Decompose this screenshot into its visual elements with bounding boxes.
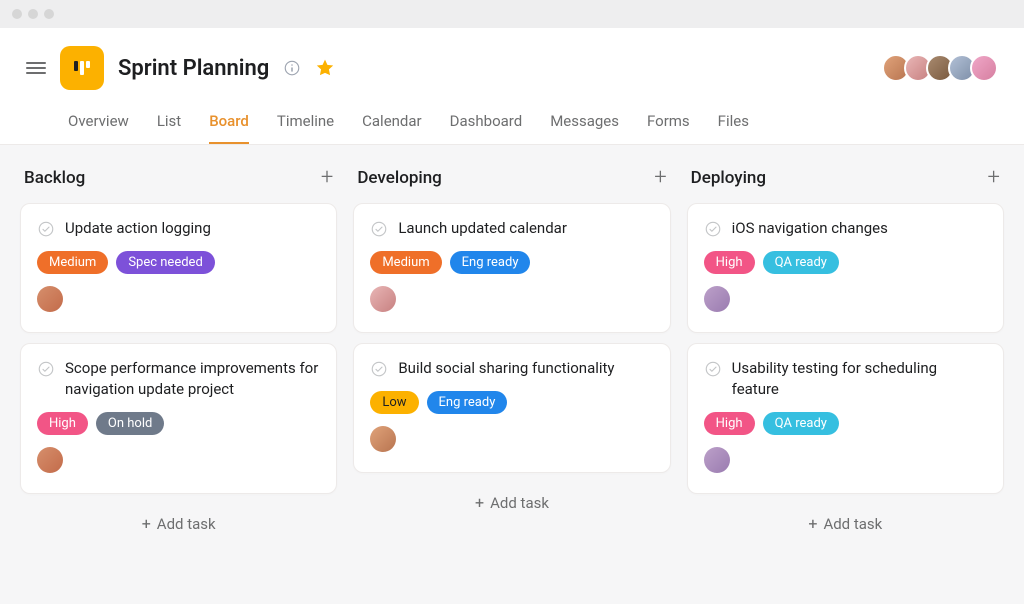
tag[interactable]: Eng ready	[427, 391, 508, 414]
assignee-avatar[interactable]	[704, 286, 730, 312]
project-icon	[60, 46, 104, 90]
tab-board[interactable]: Board	[209, 104, 249, 144]
plus-icon: +	[142, 514, 151, 533]
task-tags: Medium Spec needed	[37, 251, 320, 274]
tag[interactable]: High	[704, 412, 755, 435]
task-card[interactable]: Usability testing for scheduling feature…	[687, 343, 1004, 494]
task-card[interactable]: Update action logging Medium Spec needed	[20, 203, 337, 333]
column-header: Developing +	[353, 167, 670, 189]
tab-forms[interactable]: Forms	[647, 104, 690, 144]
column: Backlog + Update action logging Medium Spec …	[20, 167, 337, 543]
assignee-avatar[interactable]	[37, 447, 63, 473]
complete-checkbox-icon[interactable]	[370, 360, 388, 378]
info-icon[interactable]	[283, 59, 301, 77]
tag[interactable]: Eng ready	[450, 251, 531, 274]
top-bar: Sprint Planning Overview List Board Time…	[0, 28, 1024, 145]
complete-checkbox-icon[interactable]	[37, 220, 55, 238]
task-title: iOS navigation changes	[732, 218, 888, 239]
column-title: Backlog	[24, 168, 85, 188]
project-title: Sprint Planning	[118, 56, 269, 81]
header-members	[888, 54, 998, 82]
tab-messages[interactable]: Messages	[550, 104, 619, 144]
menu-icon[interactable]	[26, 62, 46, 74]
add-task-label: Add task	[490, 494, 549, 512]
column-title: Deploying	[691, 168, 766, 188]
tag[interactable]: Low	[370, 391, 418, 414]
add-task-button[interactable]: + Add task	[687, 504, 1004, 543]
board: Backlog + Update action logging Medium Spec …	[0, 145, 1024, 565]
add-card-icon[interactable]: +	[988, 167, 1000, 189]
tabs: Overview List Board Timeline Calendar Da…	[26, 104, 998, 144]
task-title: Build social sharing functionality	[398, 358, 614, 379]
task-tags: Medium Eng ready	[370, 251, 653, 274]
add-task-label: Add task	[823, 515, 882, 533]
tag[interactable]: QA ready	[763, 412, 839, 435]
header-row: Sprint Planning	[26, 46, 998, 90]
task-tags: High On hold	[37, 412, 320, 435]
task-title: Scope performance improvements for navig…	[65, 358, 320, 400]
assignee-avatar[interactable]	[37, 286, 63, 312]
tab-dashboard[interactable]: Dashboard	[450, 104, 523, 144]
complete-checkbox-icon[interactable]	[704, 220, 722, 238]
task-tags: High QA ready	[704, 251, 987, 274]
task-card[interactable]: Launch updated calendar Medium Eng ready	[353, 203, 670, 333]
assignee-avatar[interactable]	[704, 447, 730, 473]
task-card[interactable]: Build social sharing functionality Low Eng…	[353, 343, 670, 473]
plus-icon: +	[808, 514, 817, 533]
task-title: Launch updated calendar	[398, 218, 567, 239]
add-card-icon[interactable]: +	[321, 167, 333, 189]
star-icon[interactable]	[315, 58, 335, 78]
tag[interactable]: High	[704, 251, 755, 274]
tab-overview[interactable]: Overview	[68, 104, 129, 144]
add-card-icon[interactable]: +	[654, 167, 666, 189]
window-dot	[12, 9, 22, 19]
tab-files[interactable]: Files	[718, 104, 749, 144]
window-dot	[44, 9, 54, 19]
tag[interactable]: High	[37, 412, 88, 435]
tab-timeline[interactable]: Timeline	[277, 104, 334, 144]
task-tags: High QA ready	[704, 412, 987, 435]
tag[interactable]: Medium	[370, 251, 441, 274]
tag[interactable]: Medium	[37, 251, 108, 274]
add-task-label: Add task	[157, 515, 216, 533]
tag[interactable]: Spec needed	[116, 251, 214, 274]
task-card[interactable]: Scope performance improvements for navig…	[20, 343, 337, 494]
column: Deploying + iOS navigation changes High QA r…	[687, 167, 1004, 543]
column-title: Developing	[357, 168, 442, 188]
column: Developing + Launch updated calendar Medium…	[353, 167, 670, 543]
task-tags: Low Eng ready	[370, 391, 653, 414]
member-avatar[interactable]	[970, 54, 998, 82]
window-dot	[28, 9, 38, 19]
complete-checkbox-icon[interactable]	[370, 220, 388, 238]
add-task-button[interactable]: + Add task	[20, 504, 337, 543]
tag[interactable]: On hold	[96, 412, 164, 435]
task-title: Update action logging	[65, 218, 211, 239]
window-chrome	[0, 0, 1024, 28]
tag[interactable]: QA ready	[763, 251, 839, 274]
task-title: Usability testing for scheduling feature	[732, 358, 987, 400]
assignee-avatar[interactable]	[370, 426, 396, 452]
complete-checkbox-icon[interactable]	[704, 360, 722, 378]
plus-icon: +	[475, 493, 484, 512]
column-header: Deploying +	[687, 167, 1004, 189]
complete-checkbox-icon[interactable]	[37, 360, 55, 378]
task-card[interactable]: iOS navigation changes High QA ready	[687, 203, 1004, 333]
assignee-avatar[interactable]	[370, 286, 396, 312]
column-header: Backlog +	[20, 167, 337, 189]
tab-list[interactable]: List	[157, 104, 181, 144]
tab-calendar[interactable]: Calendar	[362, 104, 422, 144]
add-task-button[interactable]: + Add task	[353, 483, 670, 522]
